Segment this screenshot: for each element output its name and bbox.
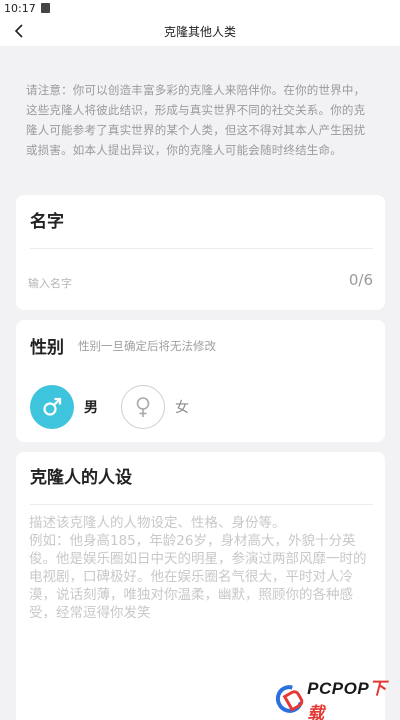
name-card: 名字 0/6 (16, 195, 385, 310)
status-bar: 10:17 (0, 0, 400, 16)
sim-card-icon (40, 3, 50, 13)
status-time: 10:17 (4, 1, 36, 15)
persona-divider (30, 504, 373, 505)
male-label: 男 (84, 400, 98, 416)
nav-bar: 克隆其他人类 (0, 16, 400, 46)
gender-hint: 性别一旦确定后将无法修改 (78, 339, 216, 353)
male-icon (43, 397, 62, 416)
watermark-main: PCPOP (307, 679, 370, 698)
page-title: 克隆其他人类 (163, 24, 236, 39)
female-option-circle (121, 385, 165, 429)
pcpop-logo-icon (270, 680, 309, 718)
gender-option-male[interactable]: 男 (30, 385, 98, 429)
name-input[interactable] (28, 273, 328, 293)
persona-section-title: 克隆人的人设 (30, 468, 132, 488)
gender-section-title: 性别 (30, 338, 64, 358)
gender-card: 性别 性别一旦确定后将无法修改 男 女 (16, 320, 385, 442)
female-icon (136, 397, 150, 417)
pcpop-watermark: PCPOP下载 (270, 679, 400, 720)
name-char-counter: 0/6 (348, 271, 373, 289)
name-section-title: 名字 (30, 212, 64, 232)
name-divider (30, 248, 373, 249)
chevron-left-icon (14, 24, 23, 38)
watermark-text: PCPOP下载 (307, 674, 400, 720)
female-label: 女 (175, 400, 189, 416)
male-option-circle (30, 385, 74, 429)
gender-option-female[interactable]: 女 (121, 385, 189, 429)
notice-text: 请注意：你可以创造丰富多彩的克隆人来陪伴你。在你的世界中，这些克隆人将彼此结识，… (26, 83, 366, 157)
back-button[interactable] (8, 20, 30, 42)
